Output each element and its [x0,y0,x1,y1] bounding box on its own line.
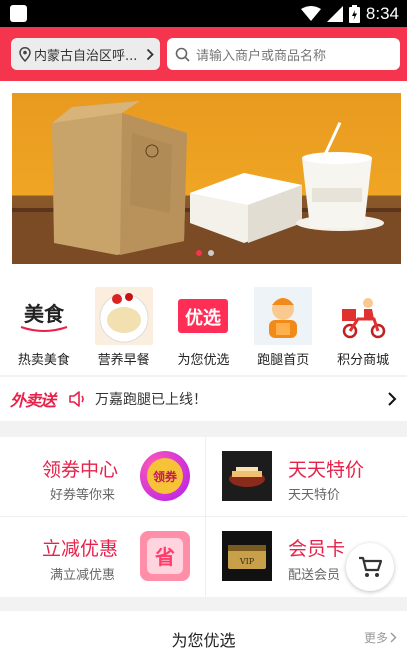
courier-icon [254,287,313,345]
category-grid: 美食 热卖美食 营养早餐 优选 为您优选 跑腿首页 积分商城 [0,277,407,375]
daily-deal-subtitle: 天天特价 [288,488,341,503]
category-label: 积分商城 [337,353,390,368]
instant-discount-title: 立减优惠 [42,538,119,560]
cart-button[interactable] [346,543,394,591]
brand-logo-text: 外卖送 [10,391,56,410]
top-header: 内蒙古自治区呼... 请输入商户或商品名称 [0,27,407,81]
svg-text:美食: 美食 [24,302,65,326]
banner-section [0,81,407,277]
chevron-right-icon [146,48,154,60]
svg-text:省: 省 [154,545,175,569]
category-label: 为您优选 [177,353,230,368]
section-title: 为您优选 [171,631,236,650]
speaker-icon [69,391,84,407]
pagination-dot-active[interactable] [196,250,202,256]
location-selector[interactable]: 内蒙古自治区呼... [11,38,160,70]
daily-deal-title: 天天特价 [288,459,365,481]
shopping-cart-icon [359,556,382,577]
member-card-title: 会员卡 [288,538,346,560]
category-label: 营养早餐 [97,353,150,368]
banner-packaging-illustration [12,101,401,264]
announcement-bar[interactable]: 外卖送 万嘉跑腿已上线！ [0,377,407,421]
svg-text:VIP: VIP [239,557,255,566]
location-text: 内蒙古自治区呼... [34,48,138,64]
category-label: 跑腿首页 [257,353,310,368]
wifi-icon [300,6,321,21]
category-label: 热卖美食 [17,353,70,368]
announcement-text: 万嘉跑腿已上线！ [95,392,208,408]
coupon-badge-icon: 领券 [140,451,190,501]
svg-text:领券: 领券 [153,469,178,484]
recommend-section-header: 为您优选 更多 [0,611,407,666]
category-item-points-mall[interactable]: 积分商城 [326,287,400,375]
search-placeholder: 请输入商户或商品名称 [196,48,327,64]
status-bar: 8:34 [0,0,407,27]
chevron-right-icon [388,392,397,406]
more-label: 更多 [363,631,388,645]
search-input[interactable]: 请输入商户或商品名称 [167,38,400,70]
instant-discount-subtitle: 满立减优惠 [50,568,116,583]
coupon-center-title: 领券中心 [42,459,119,481]
clock: 8:34 [365,4,399,23]
save-badge-icon: 省 [140,531,190,581]
youxuan-icon: 优选 [174,287,233,345]
signal-icon [326,6,343,22]
breakfast-photo [94,287,153,345]
daily-deal-image [222,451,272,501]
svg-text:优选: 优选 [185,307,221,329]
banner-image[interactable] [12,93,401,264]
coupon-center-card[interactable]: 领券中心 好券等你来 领券 [0,437,205,516]
category-item-errand[interactable]: 跑腿首页 [246,287,320,375]
chevron-right-icon [390,632,397,643]
meishi-icon: 美食 [14,287,73,345]
delivery-scooter-icon [334,287,393,345]
category-item-breakfast[interactable]: 营养早餐 [87,287,161,375]
battery-icon [348,5,360,23]
notification-icon [10,5,27,22]
daily-deal-card[interactable]: 天天特价 天天特价 [206,437,407,516]
search-icon [175,47,190,62]
member-card-subtitle: 配送会员 [288,568,341,583]
instant-discount-card[interactable]: 立减优惠 满立减优惠 省 [0,517,205,596]
pagination-dot[interactable] [208,250,214,256]
category-item-hot-food[interactable]: 美食 热卖美食 [7,287,81,375]
location-pin-icon [19,46,31,62]
vip-card-image: VIP [222,531,272,581]
category-item-recommended[interactable]: 优选 为您优选 [166,287,240,375]
banner-pagination [196,250,214,256]
more-link[interactable]: 更多 [364,629,397,646]
coupon-center-subtitle: 好券等你来 [50,488,116,503]
